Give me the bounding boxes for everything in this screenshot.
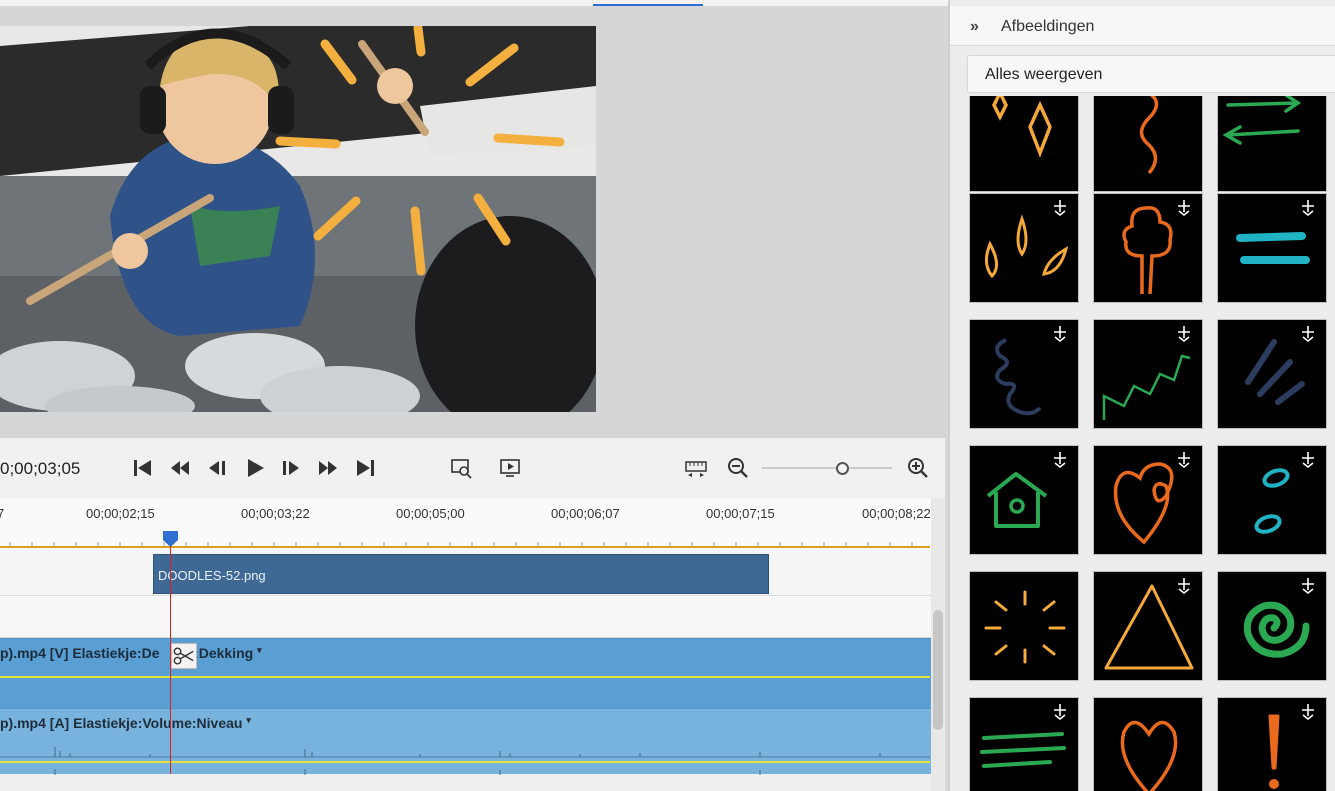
- doodle-squiggle-tile[interactable]: [1093, 96, 1203, 192]
- ruler-label: 00;00;08;22: [862, 506, 931, 521]
- audio-clip-label: p).mp4 [A] Elastiekje:Volume:Niveau ▾: [0, 715, 251, 731]
- timeline-panel: 0;00;03;05 7 00;00;02;15 00;00;03;22 00;…: [0, 438, 945, 791]
- video-clip[interactable]: p).mp4 [V] Elastiekje:De g:Dekking ▾: [0, 638, 932, 708]
- previous-frame-icon[interactable]: [168, 456, 192, 480]
- teal-lines-doodle-icon: [1236, 200, 1314, 264]
- dropdown-caret-icon[interactable]: ▾: [257, 645, 262, 655]
- doodle-teal-lines-tile[interactable]: [1217, 193, 1327, 303]
- doodle-orange-heart-tile[interactable]: [1093, 697, 1203, 791]
- ruler-label: 00;00;07;15: [706, 506, 775, 521]
- audio-clip-label-text: p).mp4 [A] Elastiekje:Volume:Niveau: [0, 715, 243, 731]
- tree-doodle-icon: [1122, 200, 1190, 295]
- image-grid: [950, 96, 1335, 791]
- zigzag-doodle-icon: [1102, 326, 1191, 420]
- triangle-doodle-icon: [1104, 578, 1194, 670]
- next-frame-icon[interactable]: [316, 456, 340, 480]
- doodle-drops-tile[interactable]: [969, 193, 1079, 303]
- doodle-green-lines-tile[interactable]: [969, 697, 1079, 791]
- drops-doodle-icon: [985, 200, 1069, 279]
- ruler-label: 00;00;03;22: [241, 506, 310, 521]
- teal-rings-doodle-icon: [1254, 452, 1314, 534]
- house-doodle-icon: [986, 452, 1066, 528]
- exclamation-doodle-icon: [1268, 704, 1314, 789]
- play-icon[interactable]: [243, 456, 267, 480]
- active-tab-indicator: [593, 4, 703, 6]
- scrollbar-thumb[interactable]: [933, 610, 943, 730]
- doodle-teal-rings-tile[interactable]: [1217, 445, 1327, 555]
- doodle-triangle-tile[interactable]: [1093, 571, 1203, 681]
- doodle-heart-tile[interactable]: [1093, 445, 1203, 555]
- doodle-navy-strokes-tile[interactable]: [1217, 319, 1327, 429]
- images-panel: » Afbeeldingen Alles weergeven: [948, 0, 1335, 791]
- playhead-handle[interactable]: [162, 530, 179, 548]
- volume-keyframe-line[interactable]: [0, 761, 930, 763]
- doodle-green-spiral-tile[interactable]: [1217, 571, 1327, 681]
- go-to-start-icon[interactable]: [131, 456, 155, 480]
- video-frame-image: [0, 26, 596, 412]
- audio-waveform: [0, 747, 930, 775]
- dropdown-caret-icon[interactable]: ▾: [246, 715, 251, 725]
- fit-timeline-icon[interactable]: [684, 456, 708, 480]
- step-forward-icon[interactable]: [279, 456, 303, 480]
- green-spiral-doodle-icon: [1243, 578, 1314, 658]
- clip-label: DOODLES-52.png: [158, 568, 266, 583]
- doodle-zigzag-tile[interactable]: [1093, 319, 1203, 429]
- collapse-panel-icon[interactable]: »: [970, 18, 979, 36]
- zoom-slider-track[interactable]: [762, 467, 892, 469]
- timeline-vertical-scrollbar[interactable]: [931, 498, 945, 791]
- image-clip[interactable]: DOODLES-52.png: [153, 554, 769, 594]
- green-lines-doodle-icon: [980, 704, 1066, 768]
- panel-header: » Afbeeldingen: [950, 6, 1335, 46]
- step-back-icon[interactable]: [205, 456, 229, 480]
- doodle-diamonds-tile[interactable]: [969, 96, 1079, 192]
- doodle-house-tile[interactable]: [969, 445, 1079, 555]
- preview-monitor: [0, 0, 948, 438]
- ruler-ticks: [9, 542, 913, 546]
- empty-track[interactable]: [0, 596, 932, 638]
- scribble-doodle-icon: [995, 326, 1066, 416]
- video-clip-label-start: p).mp4 [V] Elastiekje:De: [0, 645, 160, 661]
- overlay-track: DOODLES-52.png: [0, 550, 932, 596]
- diamonds-doodle-icon: [992, 96, 1052, 158]
- ruler-label: 00;00;02;15: [86, 506, 155, 521]
- filter-dropdown-value: Alles weergeven: [985, 66, 1103, 83]
- orange-heart-doodle-icon: [1120, 720, 1178, 791]
- heart-doodle-icon: [1113, 452, 1190, 545]
- render-preview-icon[interactable]: [498, 456, 522, 480]
- squiggle-doodle-icon: [1139, 96, 1159, 175]
- arrows-doodle-icon: [1222, 96, 1302, 145]
- zoom-out-icon[interactable]: [726, 456, 750, 480]
- transport-bar: 0;00;03;05: [0, 438, 945, 498]
- fullscreen-preview-icon[interactable]: [449, 456, 473, 480]
- go-to-end-icon[interactable]: [353, 456, 377, 480]
- video-clip-label: p).mp4 [V] Elastiekje:De g:Dekking ▾: [0, 645, 262, 661]
- opacity-keyframe-line[interactable]: [0, 676, 930, 678]
- doodle-sunburst-tile[interactable]: [969, 571, 1079, 681]
- doodle-exclamation-tile[interactable]: [1217, 697, 1327, 791]
- video-preview-frame[interactable]: [0, 26, 596, 412]
- top-tab-strip: [0, 0, 948, 6]
- sunburst-doodle-icon: [984, 590, 1066, 664]
- audio-clip[interactable]: p).mp4 [A] Elastiekje:Volume:Niveau ▾: [0, 708, 932, 775]
- doodle-spiral-scribble-tile[interactable]: [969, 319, 1079, 429]
- ruler-label: 00;00;05;00: [396, 506, 465, 521]
- zoom-in-icon[interactable]: [906, 456, 930, 480]
- zoom-slider-handle[interactable]: [836, 462, 849, 475]
- navy-strokes-doodle-icon: [1245, 326, 1314, 405]
- doodle-tree-tile[interactable]: [1093, 193, 1203, 303]
- filter-dropdown[interactable]: Alles weergeven: [967, 55, 1335, 93]
- panel-title: Afbeeldingen: [1001, 18, 1095, 35]
- current-timecode: 0;00;03;05: [0, 459, 81, 478]
- work-area-bar[interactable]: [0, 546, 930, 548]
- video-editor-window: 0;00;03;05 7 00;00;02;15 00;00;03;22 00;…: [0, 0, 1335, 791]
- ruler-label: 00;00;06;07: [551, 506, 620, 521]
- timeline-ruler[interactable]: 7 00;00;02;15 00;00;03;22 00;00;05;00 00…: [0, 498, 932, 550]
- ruler-label: 7: [0, 506, 5, 521]
- doodle-arrows-tile[interactable]: [1217, 96, 1327, 192]
- scissors-icon[interactable]: [171, 643, 197, 669]
